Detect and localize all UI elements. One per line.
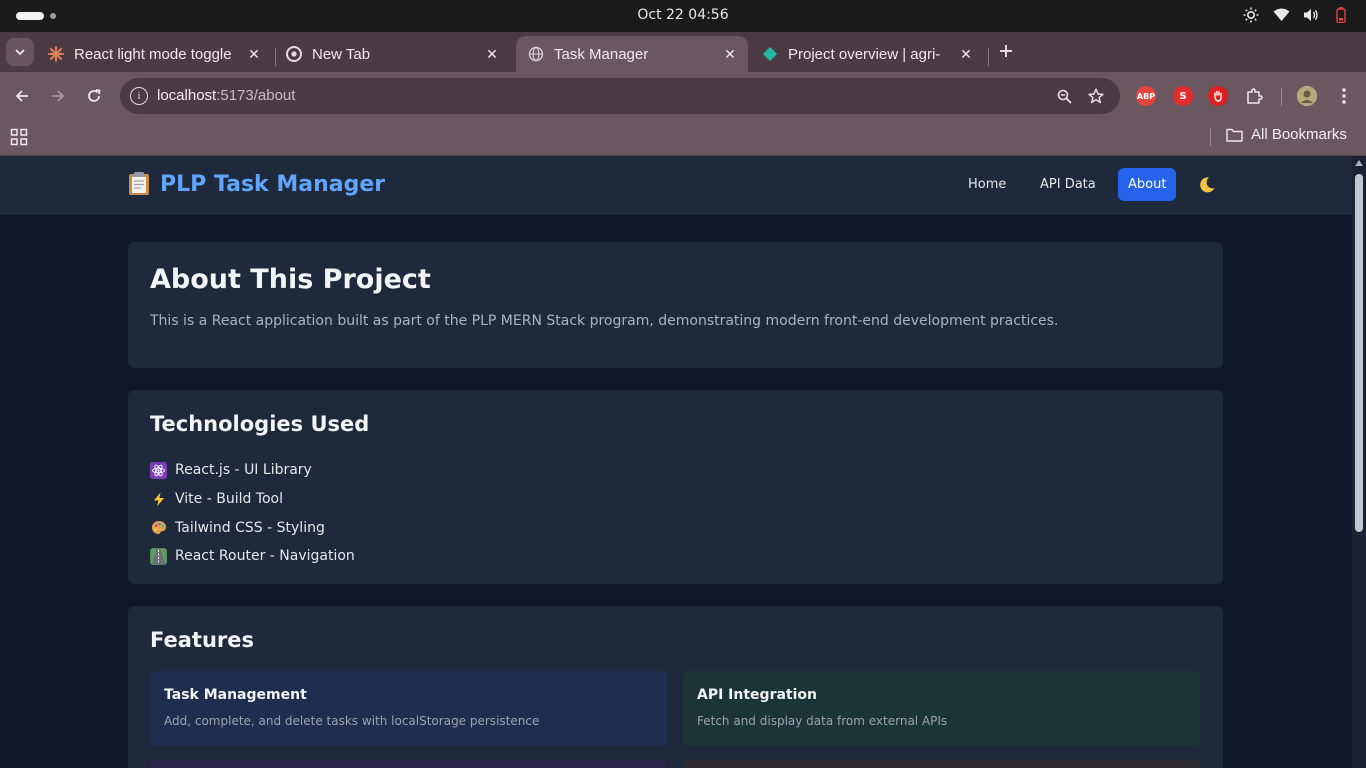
bookmarks-bar: All Bookmarks	[0, 120, 1366, 156]
apps-grid-icon[interactable]	[10, 128, 28, 146]
browser-toolbar: i localhost:5173/about ABP S	[0, 72, 1366, 120]
app-navbar: PLP Task Manager Home API Data About	[0, 156, 1352, 214]
tech-label: Tailwind CSS - Styling	[175, 519, 325, 536]
feature-description: Add, complete, and delete tasks with loc…	[164, 714, 540, 728]
theme-toggle-button[interactable]	[1196, 174, 1218, 196]
palette-icon	[150, 519, 167, 536]
nav-api-data[interactable]: API Data	[1030, 168, 1106, 201]
close-icon[interactable]: ✕	[954, 42, 978, 66]
scroll-up-arrow-icon[interactable]	[1355, 160, 1363, 166]
diamond-icon	[762, 46, 778, 62]
moon-icon	[1200, 177, 1215, 193]
profile-avatar[interactable]	[1297, 86, 1317, 106]
scrollbar-thumb[interactable]	[1355, 174, 1363, 532]
claude-burst-icon	[48, 46, 64, 62]
feature-title: Task Management	[164, 687, 307, 703]
feature-title: API Integration	[697, 687, 817, 703]
reload-icon	[88, 89, 101, 102]
about-description: This is a React application built as par…	[150, 313, 1059, 329]
url-host: localhost	[157, 87, 217, 104]
adblock-plus-icon[interactable]: ABP	[1136, 86, 1156, 106]
nav-about[interactable]: About	[1118, 168, 1177, 201]
back-button[interactable]	[8, 82, 36, 110]
kebab-menu-icon[interactable]	[1334, 86, 1354, 106]
page-viewport: PLP Task Manager Home API Data About Abo…	[0, 156, 1352, 768]
page-scrollbar[interactable]	[1352, 156, 1366, 768]
site-info-icon[interactable]: i	[130, 87, 148, 105]
close-icon[interactable]: ✕	[480, 42, 504, 66]
close-icon[interactable]: ✕	[718, 42, 742, 66]
volume-icon[interactable]	[1302, 6, 1320, 24]
about-card: About This Project This is a React appli…	[128, 242, 1223, 368]
star-icon[interactable]	[1086, 86, 1106, 106]
tab-new-tab[interactable]: New Tab ✕	[274, 36, 510, 72]
tab-title: New Tab	[312, 45, 371, 63]
all-bookmarks-label: All Bookmarks	[1251, 126, 1347, 143]
feature-task-management: Task Management Add, complete, and delet…	[150, 671, 667, 746]
os-top-bar: Oct 22 04:56	[0, 0, 1366, 32]
plus-icon	[1000, 45, 1012, 57]
tech-label: React Router - Navigation	[175, 548, 355, 565]
tab-title: Project overview | agri-	[788, 45, 941, 63]
list-item: Vite - Build Tool	[150, 485, 355, 514]
hand-extension-icon[interactable]	[1208, 86, 1228, 106]
tab-title: React light mode toggle	[74, 45, 232, 63]
address-bar[interactable]: i localhost:5173/about	[120, 78, 1120, 114]
forward-button[interactable]	[44, 82, 72, 110]
technologies-list: React.js - UI Library Vite - Build Tool …	[150, 456, 355, 571]
features-title: Features	[150, 628, 254, 652]
feature-description: Fetch and display data from external API…	[697, 714, 948, 728]
tech-label: React.js - UI Library	[175, 462, 312, 479]
brightness-icon[interactable]	[1242, 6, 1260, 24]
list-item: React.js - UI Library	[150, 456, 355, 485]
close-icon[interactable]: ✕	[242, 42, 266, 66]
atom-icon	[150, 461, 167, 479]
tab-task-manager[interactable]: Task Manager ✕	[516, 36, 748, 72]
chrome-icon	[286, 46, 302, 62]
list-item: React Router - Navigation	[150, 542, 355, 571]
tab-project-overview[interactable]: Project overview | agri- ✕	[750, 36, 984, 72]
wifi-icon[interactable]	[1272, 6, 1290, 24]
features-card: Features Task Management Add, complete, …	[128, 606, 1223, 768]
arrow-left-icon	[15, 90, 28, 102]
feature-card-partial	[150, 760, 667, 768]
clock[interactable]: Oct 22 04:56	[0, 7, 1366, 23]
bookmarks-divider	[1210, 128, 1211, 146]
tab-search-button[interactable]	[6, 38, 34, 66]
list-item: Tailwind CSS - Styling	[150, 513, 355, 542]
battery-icon[interactable]	[1332, 6, 1350, 24]
technologies-card: Technologies Used React.js - UI Library …	[128, 390, 1223, 584]
tab-strip: React light mode toggle ✕ New Tab ✕ Task…	[0, 32, 1366, 72]
feature-card-partial	[683, 760, 1200, 768]
reload-button[interactable]	[80, 82, 108, 110]
extension-s-icon[interactable]: S	[1173, 86, 1193, 106]
chevron-down-icon	[15, 49, 25, 55]
folder-icon	[1226, 128, 1243, 142]
url-text[interactable]: localhost:5173/about	[157, 87, 295, 104]
tech-label: Vite - Build Tool	[175, 491, 284, 508]
technologies-title: Technologies Used	[150, 412, 370, 436]
tab-separator	[988, 48, 989, 66]
zoom-icon[interactable]	[1054, 86, 1074, 106]
system-tray[interactable]	[1242, 6, 1350, 24]
tab-title: Task Manager	[554, 45, 649, 63]
puzzle-icon[interactable]	[1244, 86, 1264, 106]
page-title: About This Project	[150, 264, 431, 295]
brand-logo[interactable]: PLP Task Manager	[128, 171, 385, 197]
arrow-right-icon	[52, 90, 65, 102]
toolbar-divider	[1281, 88, 1282, 106]
road-icon	[150, 547, 167, 565]
all-bookmarks-button[interactable]: All Bookmarks	[1226, 126, 1347, 143]
brand-title: PLP Task Manager	[160, 171, 386, 197]
tab-react-light-mode[interactable]: React light mode toggle ✕	[36, 36, 272, 72]
globe-icon	[528, 46, 544, 62]
new-tab-button[interactable]	[993, 38, 1019, 64]
url-path: :5173/about	[216, 87, 296, 104]
nav-home[interactable]: Home	[958, 168, 1016, 201]
clipboard-icon	[128, 171, 152, 197]
feature-api-integration: API Integration Fetch and display data f…	[683, 671, 1200, 746]
lightning-icon	[150, 491, 167, 508]
